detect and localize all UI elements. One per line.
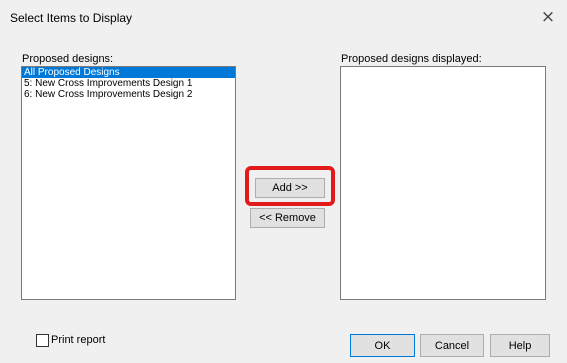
window-title: Select Items to Display (10, 11, 133, 25)
title-bar: Select Items to Display × (0, 0, 567, 40)
close-icon[interactable]: × (537, 6, 559, 28)
remove-button[interactable]: << Remove (250, 208, 325, 228)
list-item-design-2[interactable]: 6: New Cross Improvements Design 2 (22, 89, 235, 100)
list-item-all-proposed-designs[interactable]: All Proposed Designs (22, 67, 235, 78)
proposed-designs-listbox[interactable]: All Proposed Designs 5: New Cross Improv… (21, 66, 236, 300)
ok-button[interactable]: OK (350, 334, 415, 357)
add-button[interactable]: Add >> (255, 178, 325, 198)
help-button[interactable]: Help (490, 334, 550, 357)
cancel-button[interactable]: Cancel (420, 334, 484, 357)
proposed-designs-label: Proposed designs: (22, 53, 114, 65)
list-item-design-1[interactable]: 5: New Cross Improvements Design 1 (22, 78, 235, 89)
print-report-label[interactable]: Print report (51, 334, 105, 346)
proposed-designs-displayed-label: Proposed designs displayed: (341, 53, 482, 65)
print-report-checkbox[interactable] (36, 334, 49, 347)
proposed-designs-displayed-listbox[interactable] (340, 66, 546, 300)
